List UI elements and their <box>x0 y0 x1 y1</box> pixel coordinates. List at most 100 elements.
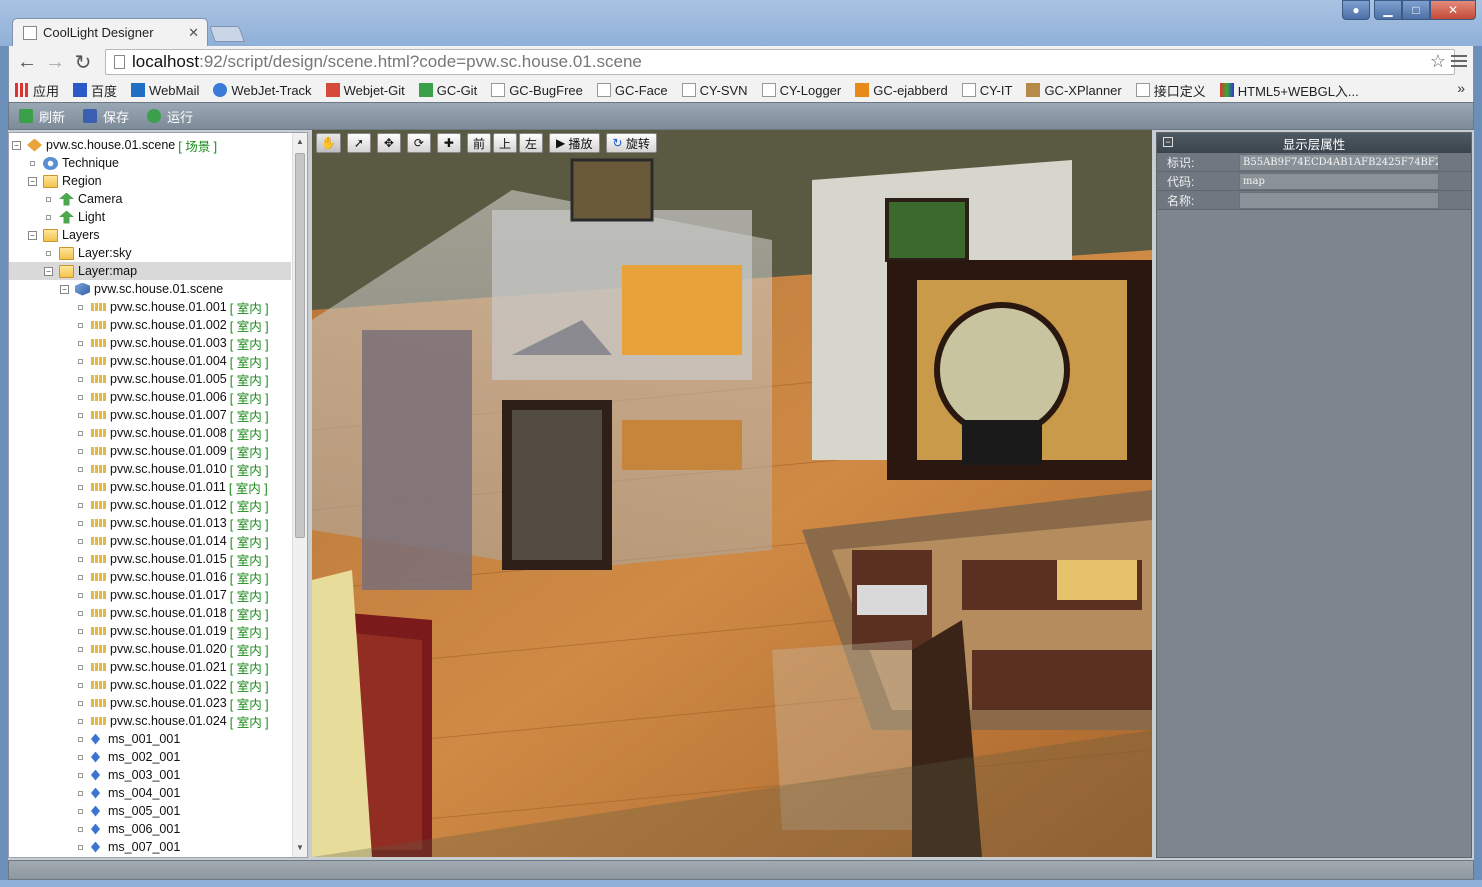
move-icon[interactable]: ✥ <box>376 133 401 153</box>
reload-icon[interactable]: ↻ <box>71 50 95 74</box>
run-icon <box>147 109 162 123</box>
bookmark-item[interactable]: WebMail <box>131 83 199 98</box>
3d-viewport[interactable]: ✋ ➚ ✥ ⟳ ✚ 前 上 左 ▶ 播放 ↻ 旋转 <box>312 130 1152 857</box>
bookmark-item[interactable]: 应用 <box>15 81 59 100</box>
bookmark-item[interactable]: GC-ejabberd <box>855 83 948 98</box>
pointer-icon[interactable]: ➚ <box>346 133 371 153</box>
tree-node-camera[interactable]: Camera <box>44 190 122 208</box>
bookmark-item[interactable]: 百度 <box>73 81 117 100</box>
scroll-down-icon[interactable]: ▼ <box>293 841 307 855</box>
scroll-thumb[interactable] <box>295 153 305 538</box>
tree-node-light[interactable]: Light <box>44 208 105 226</box>
tree-node-room[interactable]: pvw.sc.house.01.018[ 室内 ] <box>76 604 269 622</box>
tree-node-layers[interactable]: − Layers <box>28 226 100 244</box>
browser-tab[interactable]: CoolLight Designer ✕ <box>12 18 208 46</box>
tree-node-room[interactable]: pvw.sc.house.01.008[ 室内 ] <box>76 424 269 442</box>
tree-node-mesh[interactable]: ms_003_001 <box>76 766 180 784</box>
tree-root[interactable]: − pvw.sc.house.01.scene[ 场景 ] <box>12 136 217 154</box>
tree-node-room[interactable]: pvw.sc.house.01.010[ 室内 ] <box>76 460 269 478</box>
collapse-icon[interactable]: − <box>1163 137 1173 147</box>
bookmark-item[interactable]: GC-BugFree <box>491 83 583 98</box>
bookmark-item[interactable]: GC-XPlanner <box>1026 83 1122 98</box>
bookmark-item[interactable]: HTML5+WEBGL入... <box>1219 81 1359 100</box>
bookmark-item[interactable]: GC-Git <box>418 83 477 98</box>
view-front-button[interactable]: 前 <box>466 133 491 153</box>
collapse-toggle[interactable]: − <box>12 140 21 150</box>
tree-node-room[interactable]: pvw.sc.house.01.015[ 室内 ] <box>76 550 269 568</box>
tree-node-room[interactable]: pvw.sc.house.01.013[ 室内 ] <box>76 514 269 532</box>
tree-node-room[interactable]: pvw.sc.house.01.019[ 室内 ] <box>76 622 269 640</box>
tree-node-room[interactable]: pvw.sc.house.01.020[ 室内 ] <box>76 640 269 658</box>
collapse-toggle[interactable]: − <box>28 230 37 240</box>
tree-node-map-scene[interactable]: − pvw.sc.house.01.scene <box>60 280 223 298</box>
zoom-icon[interactable]: ✚ <box>436 133 461 153</box>
tree-node-mesh[interactable]: ms_004_001 <box>76 784 180 802</box>
forward-icon[interactable]: → <box>43 50 67 74</box>
bookmark-item[interactable]: CY-IT <box>961 83 1012 98</box>
scroll-up-icon[interactable]: ▲ <box>293 135 307 149</box>
tree-node-room[interactable]: pvw.sc.house.01.007[ 室内 ] <box>76 406 269 424</box>
tree-node-layer-map[interactable]: − Layer:map <box>9 262 291 280</box>
pan-hand-icon[interactable]: ✋ <box>316 133 341 153</box>
bookmark-item[interactable]: GC-Face <box>596 83 668 98</box>
address-bar[interactable]: localhost:92/script/design/scene.html?co… <box>105 49 1455 75</box>
tree-node-region[interactable]: − Region <box>28 172 102 190</box>
tree-node-room[interactable]: pvw.sc.house.01.024[ 室内 ] <box>76 712 269 730</box>
view-left-button[interactable]: 左 <box>518 133 543 153</box>
save-button[interactable]: 保存 <box>83 107 129 126</box>
bookmark-item[interactable]: Webjet-Git <box>325 83 405 98</box>
bookmark-item[interactable]: CY-SVN <box>681 83 748 98</box>
id-field[interactable]: B55AB9F74ECD4AB1AFB2425F74BF2B59 <box>1239 153 1439 171</box>
tree-node-room[interactable]: pvw.sc.house.01.001[ 室内 ] <box>76 298 269 316</box>
page-icon <box>491 83 506 97</box>
tree-node-room[interactable]: pvw.sc.house.01.004[ 室内 ] <box>76 352 269 370</box>
tree-node-technique[interactable]: Technique <box>28 154 119 172</box>
tree-node-room[interactable]: pvw.sc.house.01.011[ 室内 ] <box>76 478 268 496</box>
name-field[interactable] <box>1239 191 1439 209</box>
tree-node-room[interactable]: pvw.sc.house.01.009[ 室内 ] <box>76 442 269 460</box>
bookmark-item[interactable]: 接口定义 <box>1135 81 1206 100</box>
back-icon[interactable]: ← <box>15 50 39 74</box>
close-window-button[interactable]: ✕ <box>1430 0 1476 20</box>
tree-node-room[interactable]: pvw.sc.house.01.014[ 室内 ] <box>76 532 269 550</box>
tree-node-mesh[interactable]: ms_006_001 <box>76 820 180 838</box>
tree-scrollbar[interactable]: ▲ ▼ <box>292 133 307 857</box>
minimize-button[interactable]: ▁ <box>1374 0 1402 20</box>
collapse-toggle[interactable]: − <box>60 284 69 294</box>
tree-node-room[interactable]: pvw.sc.house.01.002[ 室内 ] <box>76 316 269 334</box>
maximize-button[interactable]: □ <box>1402 0 1430 20</box>
tree-node-room[interactable]: pvw.sc.house.01.003[ 室内 ] <box>76 334 269 352</box>
tree-node-room[interactable]: pvw.sc.house.01.016[ 室内 ] <box>76 568 269 586</box>
tree-node-mesh[interactable]: ms_007_001 <box>76 838 180 856</box>
orbit-icon[interactable]: ⟳ <box>406 133 431 153</box>
tree-node-layer-sky[interactable]: Layer:sky <box>44 244 132 262</box>
tree-node-room[interactable]: pvw.sc.house.01.017[ 室内 ] <box>76 586 269 604</box>
new-tab-button[interactable] <box>209 26 245 42</box>
browser-menu-icon[interactable] <box>1451 52 1467 70</box>
bookmarks-more-button[interactable]: » <box>1457 80 1465 96</box>
collapse-toggle[interactable]: − <box>28 176 37 186</box>
collapse-toggle[interactable]: − <box>44 266 53 276</box>
run-button[interactable]: 运行 <box>147 107 193 126</box>
grid-icon <box>91 447 106 455</box>
code-field[interactable]: map <box>1239 172 1439 190</box>
view-top-button[interactable]: 上 <box>492 133 517 153</box>
bookmark-item[interactable]: CY-Logger <box>761 83 841 98</box>
mesh-icon <box>91 751 100 763</box>
refresh-button[interactable]: 刷新 <box>19 107 65 126</box>
tree-node-mesh[interactable]: ms_002_001 <box>76 748 180 766</box>
tree-node-mesh[interactable]: ms_005_001 <box>76 802 180 820</box>
tree-node-room[interactable]: pvw.sc.house.01.006[ 室内 ] <box>76 388 269 406</box>
tree-node-mesh[interactable]: ms_001_001 <box>76 730 180 748</box>
tree-node-room[interactable]: pvw.sc.house.01.005[ 室内 ] <box>76 370 269 388</box>
user-icon[interactable]: ● <box>1342 0 1370 20</box>
tree-node-room[interactable]: pvw.sc.house.01.023[ 室内 ] <box>76 694 269 712</box>
bookmark-star-icon[interactable]: ☆ <box>1430 51 1446 72</box>
rotate-button[interactable]: ↻ 旋转 <box>605 133 657 153</box>
close-tab-icon[interactable]: ✕ <box>188 25 199 41</box>
bookmark-item[interactable]: WebJet-Track <box>213 83 312 98</box>
play-button[interactable]: ▶ 播放 <box>548 133 600 153</box>
tree-node-room[interactable]: pvw.sc.house.01.021[ 室内 ] <box>76 658 269 676</box>
tree-node-room[interactable]: pvw.sc.house.01.022[ 室内 ] <box>76 676 269 694</box>
tree-node-room[interactable]: pvw.sc.house.01.012[ 室内 ] <box>76 496 269 514</box>
